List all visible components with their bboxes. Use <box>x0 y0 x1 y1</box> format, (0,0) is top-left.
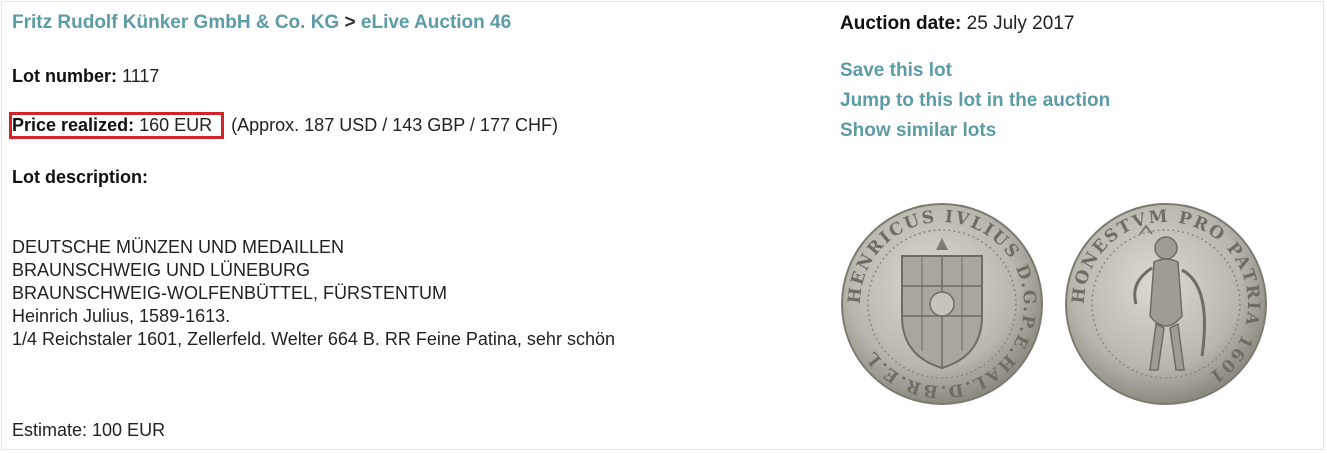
jump-to-lot-link[interactable]: Jump to this lot in the auction <box>840 90 1110 111</box>
lot-description-label: Lot description: <box>12 167 148 187</box>
coin-reverse: HONESTVM PRO PATRIA 1601 <box>1065 203 1267 405</box>
lot-actions: Save this lot Jump to this lot in the au… <box>840 60 1110 150</box>
lot-description-label-row: Lot description: <box>12 167 148 188</box>
save-lot-link[interactable]: Save this lot <box>840 60 952 81</box>
description-line: BRAUNSCHWEIG UND LÜNEBURG <box>12 260 311 280</box>
estimate: Estimate: 100 EUR <box>12 420 166 440</box>
breadcrumb-auction-link[interactable]: eLive Auction 46 <box>361 12 511 33</box>
price-value: 160 EUR <box>139 115 213 135</box>
price-row: Price realized: 160 EUR (Approx. 187 USD… <box>9 112 558 139</box>
breadcrumb-company-link[interactable]: Fritz Rudolf Künker GmbH & Co. KG <box>12 12 339 33</box>
price-approx: (Approx. 187 USD / 143 GBP / 177 CHF) <box>231 115 558 135</box>
breadcrumb-separator: > <box>344 12 356 33</box>
description-line: Heinrich Julius, 1589-1613. <box>12 306 231 326</box>
auction-date-value: 25 July 2017 <box>966 13 1075 34</box>
price-label: Price realized: <box>12 115 135 135</box>
description-line: DEUTSCHE MÜNZEN UND MEDAILLEN <box>12 237 345 257</box>
lot-number-label: Lot number: <box>12 66 117 86</box>
lot-description: DEUTSCHE MÜNZEN UND MEDAILLEN BRAUNSCHWE… <box>12 236 615 351</box>
coin-obverse: HENRICUS IVLIUS D.G.P.E.HAL.D.BR.E.L <box>841 203 1043 405</box>
description-line: 1/4 Reichstaler 1601, Zellerfeld. Welter… <box>12 329 615 349</box>
lot-number-value: 1117 <box>122 66 160 86</box>
auction-date: Auction date: 25 July 2017 <box>840 13 1074 35</box>
description-line: BRAUNSCHWEIG-WOLFENBÜTTEL, FÜRSTENTUM <box>12 283 448 303</box>
breadcrumb: Fritz Rudolf Künker GmbH & Co. KG > eLiv… <box>12 12 511 34</box>
price-highlight-box: Price realized: 160 EUR <box>9 112 225 139</box>
coin-image[interactable]: HENRICUS IVLIUS D.G.P.E.HAL.D.BR.E.L HON… <box>840 186 1270 422</box>
lot-number-row: Lot number: 1117 <box>12 66 159 87</box>
auction-date-label: Auction date: <box>840 13 962 34</box>
show-similar-lots-link[interactable]: Show similar lots <box>840 120 996 141</box>
